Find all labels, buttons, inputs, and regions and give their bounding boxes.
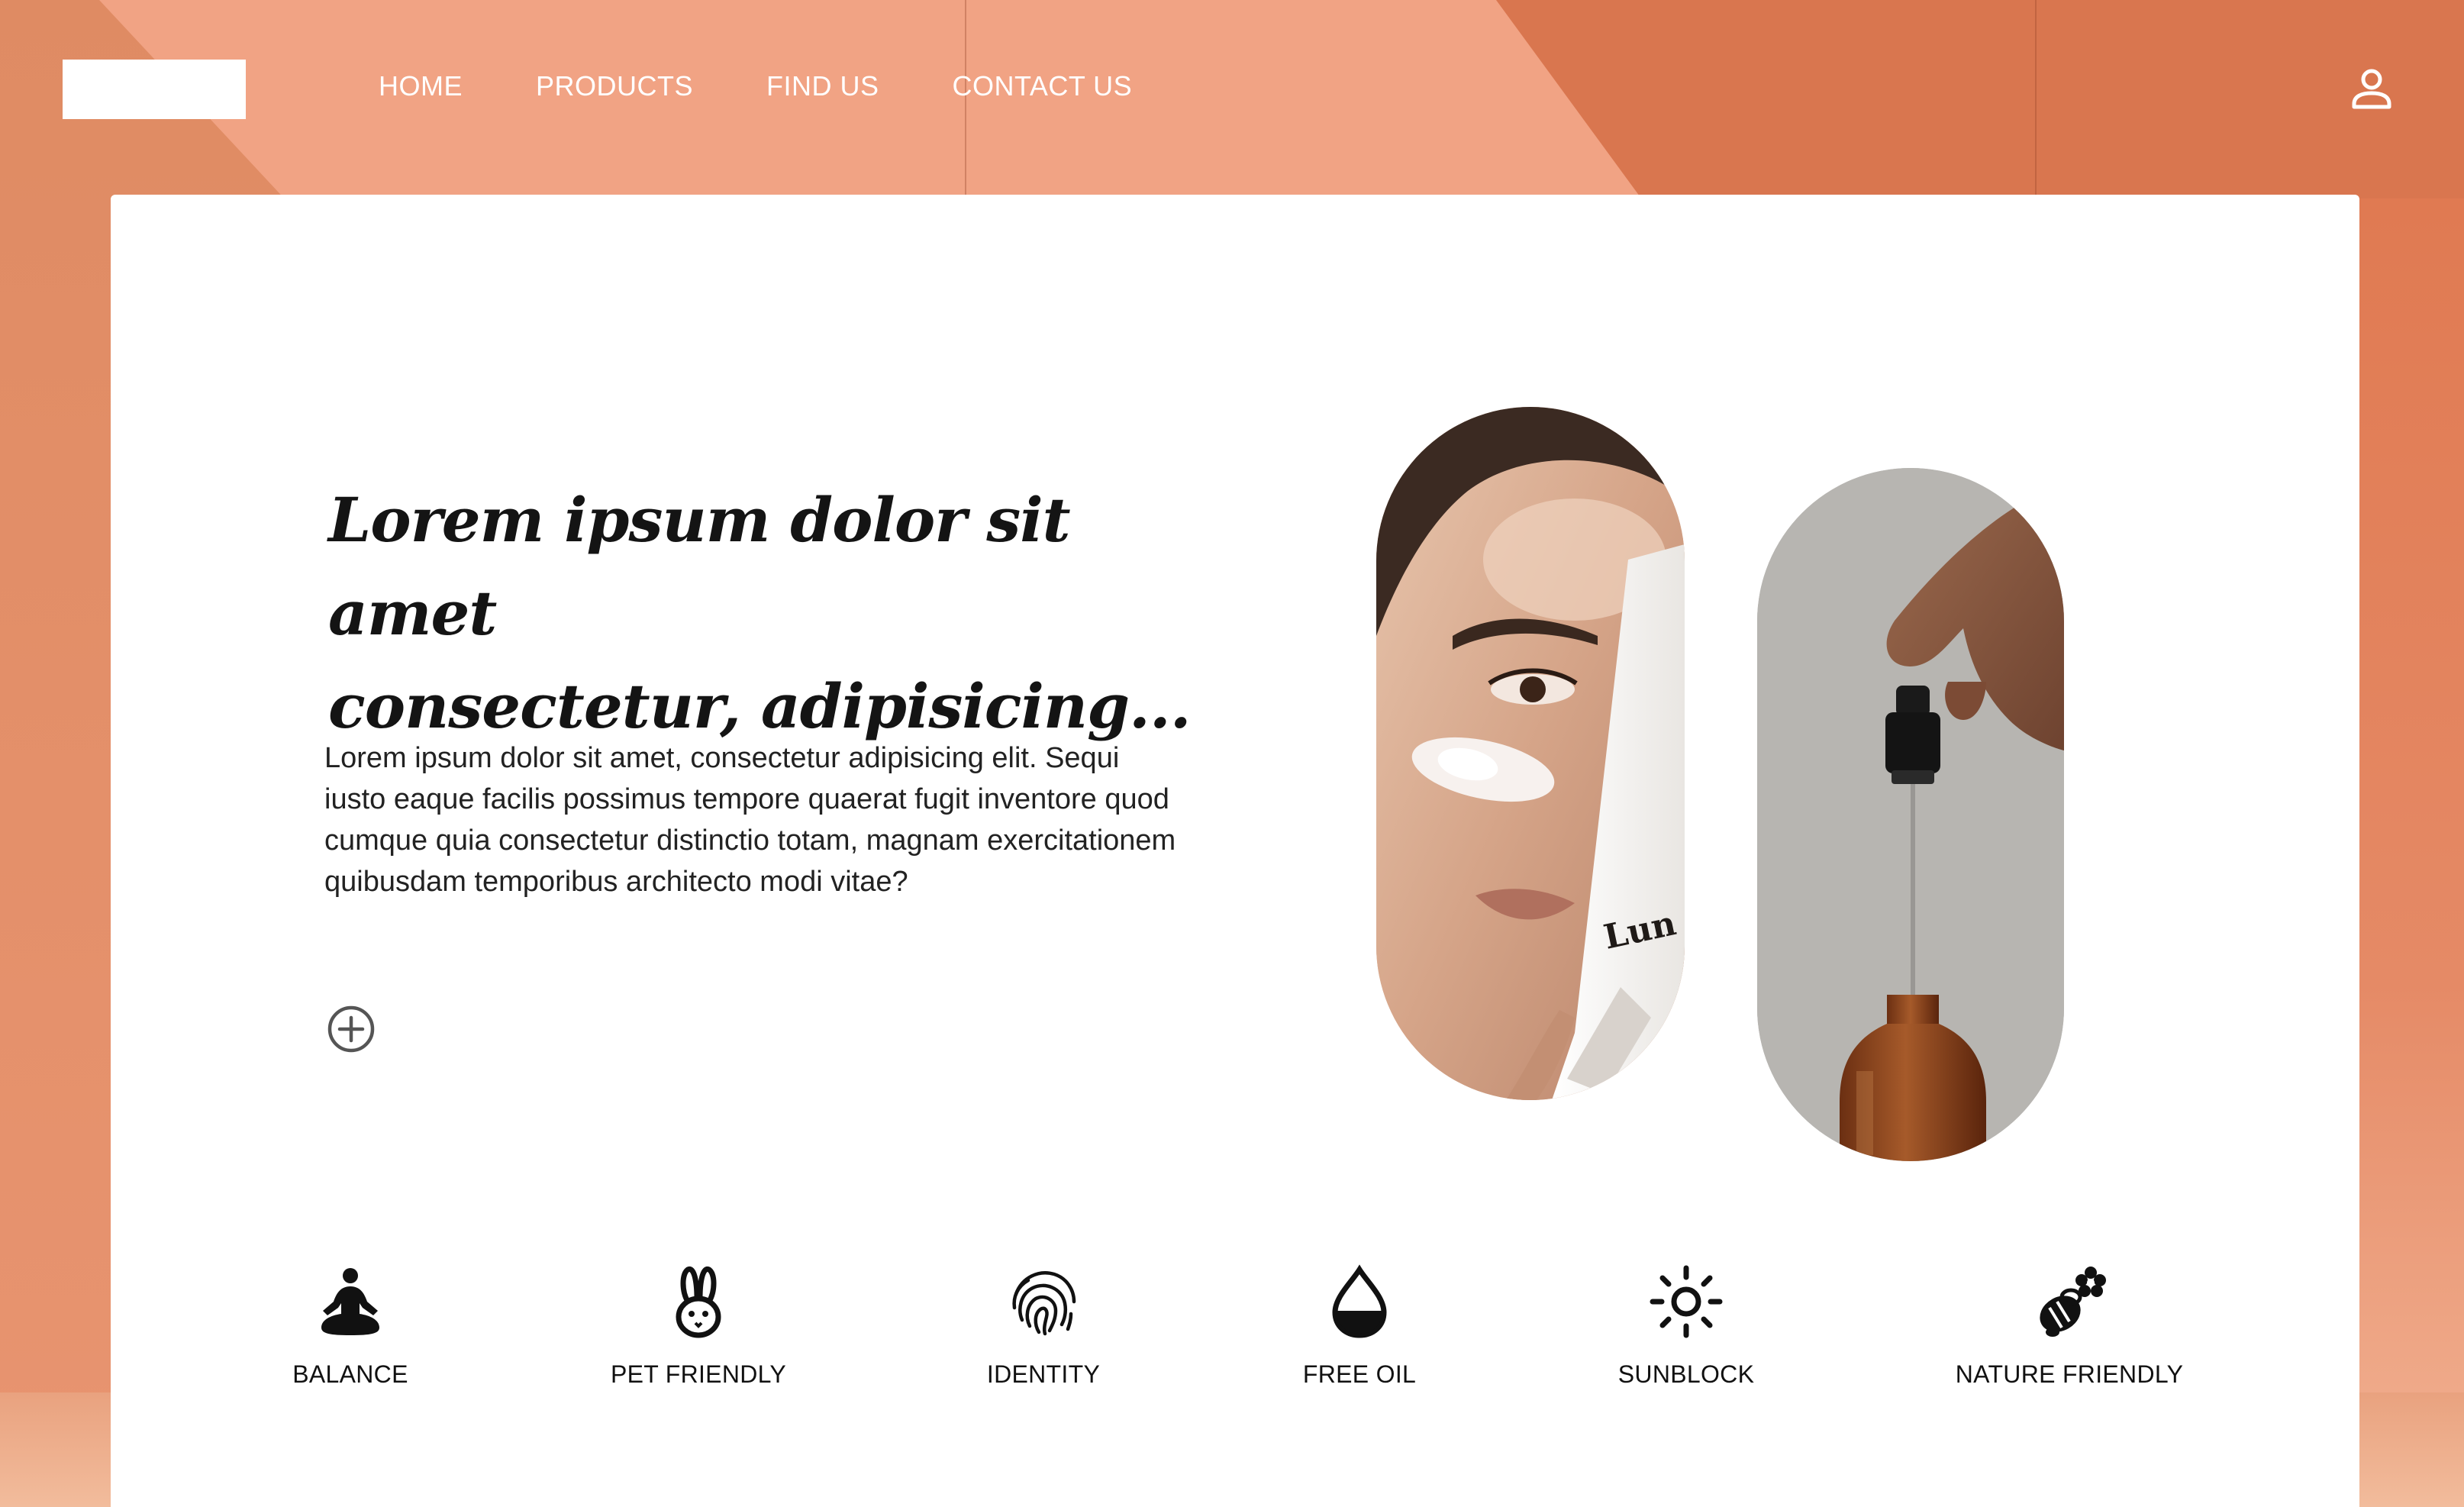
main-nav: HOME PRODUCTS FIND US CONTACT US <box>379 70 1205 102</box>
logo-placeholder[interactable] <box>63 60 246 119</box>
nav-products[interactable]: PRODUCTS <box>536 70 693 102</box>
feature-label: FREE OIL <box>1302 1360 1417 1388</box>
feature-sunblock: SUNBLOCK <box>1549 1260 1824 1389</box>
hero-title-line-2: consectetur, adipisicing... <box>328 670 1192 742</box>
user-icon[interactable] <box>2348 66 2395 113</box>
oil-drop-icon <box>1317 1260 1401 1344</box>
bee-flower-icon <box>2027 1260 2111 1344</box>
fingerprint-icon <box>1001 1260 1085 1344</box>
feature-free-oil: FREE OIL <box>1222 1260 1497 1389</box>
feature-label: BALANCE <box>292 1360 408 1388</box>
feature-label: IDENTITY <box>986 1360 1101 1388</box>
nav-find-us[interactable]: FIND US <box>766 70 879 102</box>
feature-nature-friendly: NATURE FRIENDLY <box>1932 1260 2207 1389</box>
rabbit-icon <box>656 1260 740 1344</box>
nav-home[interactable]: HOME <box>379 70 463 102</box>
hero-title: Lorem ipsum dolor sit amet consectetur, … <box>328 473 1244 753</box>
site-header: HOME PRODUCTS FIND US CONTACT US <box>0 0 2464 183</box>
nav-contact-us[interactable]: CONTACT US <box>953 70 1133 102</box>
feature-balance: BALANCE <box>213 1260 488 1389</box>
feature-label: PET FRIENDLY <box>610 1360 787 1388</box>
background-right-panel <box>2342 198 2464 1507</box>
hero-description: Lorem ipsum dolor sit amet, consectetur … <box>324 742 1176 898</box>
sun-icon <box>1644 1260 1728 1344</box>
face-with-cream-image: Lun <box>1376 407 1685 1100</box>
hero-title-line-1: Lorem ipsum dolor sit amet <box>328 484 1071 649</box>
meditation-icon <box>308 1260 392 1344</box>
feature-pet-friendly: PET FRIENDLY <box>561 1260 836 1389</box>
feature-label: NATURE FRIENDLY <box>1955 1360 2184 1388</box>
feature-identity: IDENTITY <box>906 1260 1181 1389</box>
plus-circle-icon[interactable] <box>327 1005 376 1054</box>
feature-label: SUNBLOCK <box>1617 1360 1755 1388</box>
serum-dropper-image <box>1757 468 2064 1161</box>
